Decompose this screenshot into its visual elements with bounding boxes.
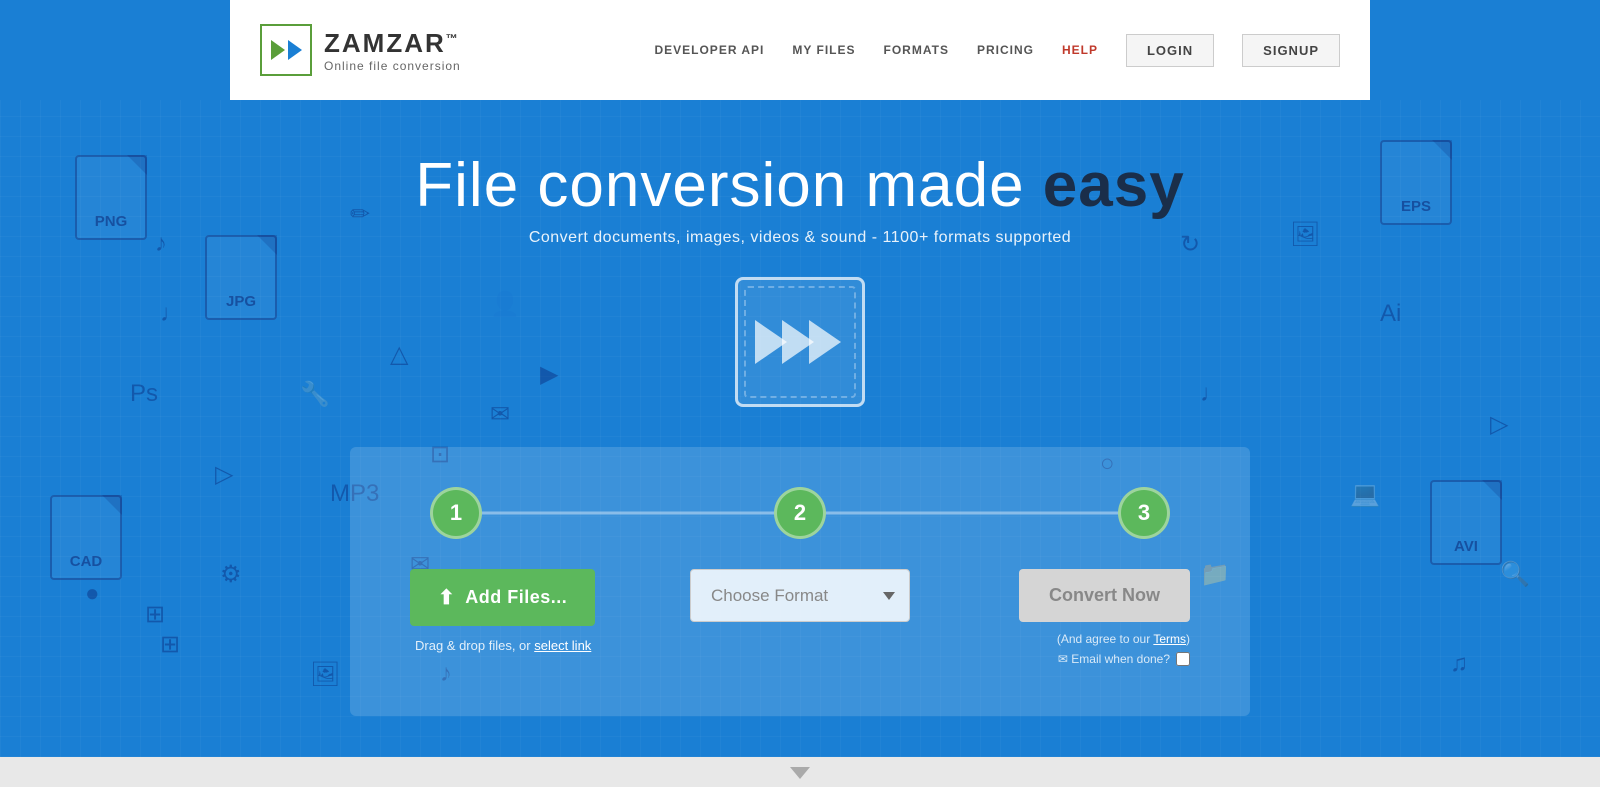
- bg-triangle-icon: △: [390, 340, 408, 369]
- nav-formats[interactable]: FORMATS: [884, 43, 949, 57]
- email-checkbox[interactable]: [1176, 652, 1190, 666]
- step-3-circle: 3: [1118, 487, 1170, 539]
- bg-file-jpg: JPG: [205, 235, 277, 320]
- bg-laptop-icon: 💻: [1350, 480, 1380, 509]
- navbar: ZAMZAR™ Online file conversion DEVELOPER…: [0, 0, 1600, 100]
- hero-subtitle: Convert documents, images, videos & soun…: [415, 229, 1184, 247]
- bottom-bar-arrow: [790, 767, 810, 787]
- action-col-1: ⬆ Add Files... Drag & drop files, or sel…: [410, 569, 657, 653]
- action-col-3: Convert Now (And agree to our Terms) ✉ E…: [943, 569, 1190, 666]
- play-arrow-1: [755, 320, 787, 364]
- hero-heading: File conversion made easy Convert docume…: [415, 150, 1184, 247]
- upload-icon: ⬆: [438, 585, 455, 610]
- navbar-inner: ZAMZAR™ Online file conversion DEVELOPER…: [230, 0, 1370, 100]
- bg-file-eps: EPS: [1380, 140, 1452, 225]
- action-col-2: Choose Format: [677, 569, 924, 622]
- bg-music-icon: ♪: [155, 230, 167, 258]
- bg-qr-icon: ⊞: [160, 630, 180, 659]
- bg-file-png: PNG: [75, 155, 147, 240]
- nav-help[interactable]: HELP: [1062, 43, 1098, 57]
- select-link[interactable]: select link: [534, 638, 591, 653]
- nav-my-files[interactable]: MY FILES: [792, 43, 855, 57]
- play-arrow-3: [809, 320, 841, 364]
- step-1-circle: 1: [430, 487, 482, 539]
- steps-row: 1 2 3: [410, 487, 1190, 539]
- bg-email-icon: ✉: [490, 400, 510, 429]
- bg-person-icon: 👤: [490, 290, 520, 319]
- hero-title-easy: easy: [1043, 151, 1185, 220]
- logo-icon: [260, 24, 312, 76]
- arrow-blue: [288, 40, 302, 60]
- converter-panel: 1 2 3 ⬆ Add Files... Drag & drop files, …: [350, 447, 1250, 716]
- play-box: [735, 277, 865, 407]
- email-row: ✉ Email when done?: [1058, 652, 1190, 666]
- terms-link[interactable]: Terms: [1153, 632, 1186, 646]
- bg-rec-icon: ●: [85, 580, 100, 608]
- nav-links: DEVELOPER API MY FILES FORMATS PRICING H…: [654, 34, 1340, 67]
- hero-section: PNG JPG CAD EPS AVI ♪ Ps ▷ ● ⚙ 🔧 ♩ 🖼 Ai …: [0, 100, 1600, 757]
- add-files-button[interactable]: ⬆ Add Files...: [410, 569, 595, 626]
- arrow-green: [271, 40, 285, 60]
- center-play-icon: [735, 277, 865, 407]
- nav-developer-api[interactable]: DEVELOPER API: [654, 43, 764, 57]
- convert-now-button[interactable]: Convert Now: [1019, 569, 1190, 622]
- agree-text: (And agree to our Terms): [1057, 632, 1190, 646]
- format-select[interactable]: Choose Format: [690, 569, 910, 622]
- logo-area: ZAMZAR™ Online file conversion: [260, 24, 461, 76]
- bg-code-icon: ⊞: [145, 600, 165, 629]
- bg-file-avi: AVI: [1430, 480, 1502, 565]
- email-label: ✉ Email when done?: [1058, 652, 1170, 666]
- actions-row: ⬆ Add Files... Drag & drop files, or sel…: [410, 569, 1190, 666]
- bg-ps-icon: Ps: [130, 380, 158, 408]
- login-button[interactable]: LOGIN: [1126, 34, 1214, 67]
- bg-video-icon: ▷: [1490, 410, 1508, 439]
- logo-text: ZAMZAR™ Online file conversion: [324, 28, 461, 73]
- bottom-bar: [0, 757, 1600, 787]
- logo-subtitle: Online file conversion: [324, 59, 461, 73]
- hero-title: File conversion made easy: [415, 150, 1184, 221]
- bg-pencil-icon: ✏: [350, 200, 370, 229]
- drag-text: Drag & drop files, or select link: [415, 638, 591, 653]
- bg-search-icon: 🔍: [1500, 560, 1530, 589]
- signup-button[interactable]: SIGNUP: [1242, 34, 1340, 67]
- bg-settings-icon: ⚙: [220, 560, 242, 589]
- bg-play2-icon: ▶: [540, 360, 558, 389]
- bg-photo-icon-r: 🖼: [1290, 220, 1320, 249]
- play-arrow-2: [782, 320, 814, 364]
- bg-wrench-icon: 🔧: [300, 380, 330, 409]
- bg-ai-icon: Ai: [1380, 300, 1401, 328]
- bg-play-icon: ▷: [215, 460, 233, 489]
- logo-title: ZAMZAR™: [324, 28, 461, 59]
- logo-arrows: [271, 40, 302, 60]
- step-2-circle: 2: [774, 487, 826, 539]
- bg-img-icon: 🖼: [310, 660, 340, 689]
- bg-music3-icon: ♫: [1450, 650, 1468, 678]
- bg-note-icon: ♩: [160, 300, 184, 328]
- bg-music2-icon: ♩: [1200, 380, 1224, 408]
- bg-file-cad: CAD: [50, 495, 122, 580]
- nav-pricing[interactable]: PRICING: [977, 43, 1034, 57]
- play-arrows: [760, 320, 841, 364]
